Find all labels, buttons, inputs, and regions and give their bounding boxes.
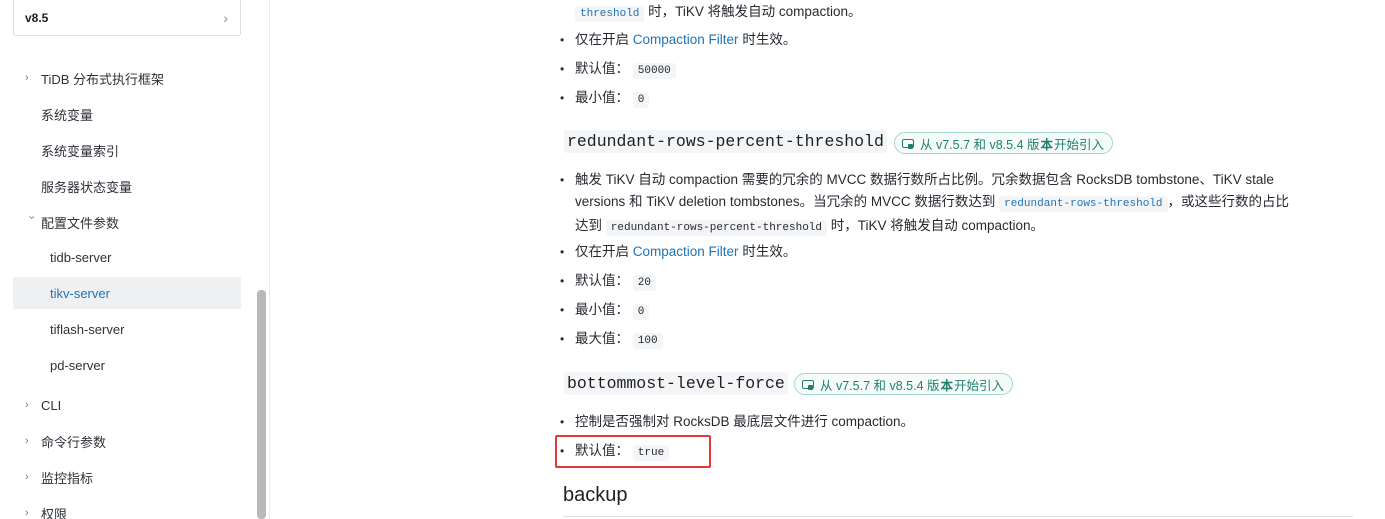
- sidebar-item-dxf[interactable]: › TiDB 分布式执行框架: [13, 62, 241, 94]
- chat-icon: [902, 138, 915, 149]
- sidebar-item-label: tiflash-server: [50, 321, 125, 337]
- text: 时，TiKV 将触发自动 compaction。: [827, 218, 1045, 233]
- sidebar-item-system-variables[interactable]: 系统变量: [13, 98, 241, 130]
- version-selector[interactable]: v8.5 ›: [13, 0, 241, 36]
- default-value: 20: [632, 275, 656, 291]
- sidebar-item-label: 服务器状态变量: [41, 179, 133, 195]
- chat-icon: [802, 379, 815, 390]
- list-item: 最小值： 0: [560, 299, 650, 323]
- list-item: 触发 TiKV 自动 compaction 需要的冗余的 MVCC 数据行数所占…: [560, 169, 1345, 239]
- badge-text: 从 v7.5.7 和 v8.5.4 版: [920, 137, 1040, 152]
- text: 仅在开启: [575, 32, 633, 47]
- sidebar-item-metrics[interactable]: › 监控指标: [13, 461, 241, 493]
- text: 达到: [575, 218, 606, 233]
- sidebar-item-config-params[interactable]: › 配置文件参数: [13, 206, 241, 238]
- text: 时，TiKV 将触发自动 compaction。: [644, 4, 862, 19]
- min-label: 最小值：: [575, 302, 629, 317]
- text: 仅在开启: [575, 244, 633, 259]
- version-badge: 从 v7.5.7 和 v8.5.4 版本开始引入: [794, 373, 1014, 395]
- description-line: 达到 redundant-rows-percent-threshold 时，Ti…: [575, 215, 1345, 239]
- list-item: 控制是否强制对 RocksDB 最底层文件进行 compaction。: [560, 411, 915, 433]
- text: ，或这些行数的占比: [1167, 194, 1290, 209]
- default-label: 默认值：: [575, 273, 629, 288]
- sidebar-item-tikv-server[interactable]: tikv-server: [13, 277, 241, 309]
- sidebar-item-label: 命令行参数: [41, 434, 107, 450]
- sidebar-item-label: 权限: [41, 506, 68, 519]
- badge-text-bold: 本: [940, 378, 954, 393]
- description-line: versions 和 TiKV deletion tombstones。当冗余的…: [575, 191, 1345, 215]
- inline-code: redundant-rows-percent-threshold: [605, 220, 827, 236]
- compaction-filter-link[interactable]: Compaction Filter: [633, 244, 739, 259]
- compaction-filter-link[interactable]: Compaction Filter: [633, 32, 739, 47]
- sidebar-item-pd-server[interactable]: pd-server: [13, 349, 241, 381]
- sidebar-item-privileges[interactable]: › 权限: [13, 497, 241, 519]
- sidebar-item-label: tidb-server: [50, 249, 112, 265]
- version-label: v8.5: [25, 10, 49, 25]
- list-item: 最小值： 0: [560, 87, 650, 111]
- inline-code-link[interactable]: threshold: [575, 6, 645, 22]
- chevron-right-icon: ›: [25, 471, 29, 483]
- paragraph-continuation: threshold 时，TiKV 将触发自动 compaction。: [575, 1, 861, 25]
- text: versions 和 TiKV deletion tombstones。当冗余的…: [575, 194, 1000, 209]
- sidebar-item-label: 系统变量: [41, 107, 94, 123]
- sidebar-item-tiflash-server[interactable]: tiflash-server: [13, 313, 241, 345]
- main-content: threshold 时，TiKV 将触发自动 compaction。 仅在开启 …: [270, 0, 1385, 519]
- sidebar-item-system-variables-index[interactable]: 系统变量索引: [13, 134, 241, 166]
- max-label: 最大值：: [575, 331, 629, 346]
- sidebar-item-label: 监控指标: [41, 470, 94, 486]
- version-badge: 从 v7.5.7 和 v8.5.4 版本开始引入: [894, 132, 1114, 154]
- list-item: 默认值： 20: [560, 270, 656, 294]
- badge-text: 从 v7.5.7 和 v8.5.4 版: [820, 378, 940, 393]
- divider: [563, 516, 1353, 517]
- description-line: 触发 TiKV 自动 compaction 需要的冗余的 MVCC 数据行数所占…: [575, 172, 1274, 187]
- sidebar-item-label: tikv-server: [50, 285, 110, 301]
- sidebar-item-cli[interactable]: › CLI: [13, 389, 241, 421]
- list-item: 仅在开启 Compaction Filter 时生效。: [560, 241, 797, 263]
- list-item: 默认值： 50000: [560, 58, 676, 82]
- highlight-box: [555, 435, 711, 468]
- badge-text: 开始引入: [954, 378, 1005, 393]
- chevron-right-icon: ›: [25, 507, 29, 519]
- chevron-down-icon: ›: [25, 215, 38, 220]
- inline-code-link[interactable]: redundant-rows-threshold: [999, 196, 1168, 212]
- sidebar: v8.5 › › TiDB 分布式执行框架 系统变量 系统变量索引 服务器状态变…: [0, 0, 270, 519]
- scrollbar-thumb[interactable]: [257, 290, 266, 519]
- param-heading: redundant-rows-percent-threshold: [564, 130, 887, 153]
- min-label: 最小值：: [575, 90, 629, 105]
- sidebar-item-label: 系统变量索引: [41, 143, 120, 159]
- chevron-right-icon: ›: [25, 72, 29, 84]
- default-value: 50000: [632, 63, 676, 79]
- sidebar-item-tidb-server[interactable]: tidb-server: [13, 241, 241, 273]
- badge-text-bold: 本: [1040, 137, 1054, 152]
- description: 控制是否强制对 RocksDB 最底层文件进行 compaction。: [575, 414, 915, 429]
- min-value: 0: [632, 92, 650, 108]
- sidebar-item-label: pd-server: [50, 357, 105, 373]
- sidebar-item-label: TiDB 分布式执行框架: [41, 71, 165, 87]
- sidebar-item-command-line-flags[interactable]: › 命令行参数: [13, 425, 241, 457]
- chevron-right-icon: ›: [25, 399, 29, 411]
- chevron-right-icon: ›: [25, 435, 29, 447]
- param-heading: bottommost-level-force: [564, 372, 788, 395]
- sidebar-item-status-variables[interactable]: 服务器状态变量: [13, 170, 241, 202]
- section-heading: backup: [563, 484, 628, 506]
- default-label: 默认值：: [575, 61, 629, 76]
- list-item: 仅在开启 Compaction Filter 时生效。: [560, 29, 797, 51]
- list-item: 最大值： 100: [560, 328, 663, 352]
- text: 时生效。: [738, 244, 797, 259]
- min-value: 0: [632, 304, 650, 320]
- max-value: 100: [632, 333, 663, 349]
- sidebar-item-label: CLI: [41, 397, 62, 413]
- sidebar-item-label: 配置文件参数: [41, 215, 120, 231]
- text: 时生效。: [738, 32, 797, 47]
- badge-text: 开始引入: [1054, 137, 1105, 152]
- chevron-right-icon: ›: [223, 9, 228, 26]
